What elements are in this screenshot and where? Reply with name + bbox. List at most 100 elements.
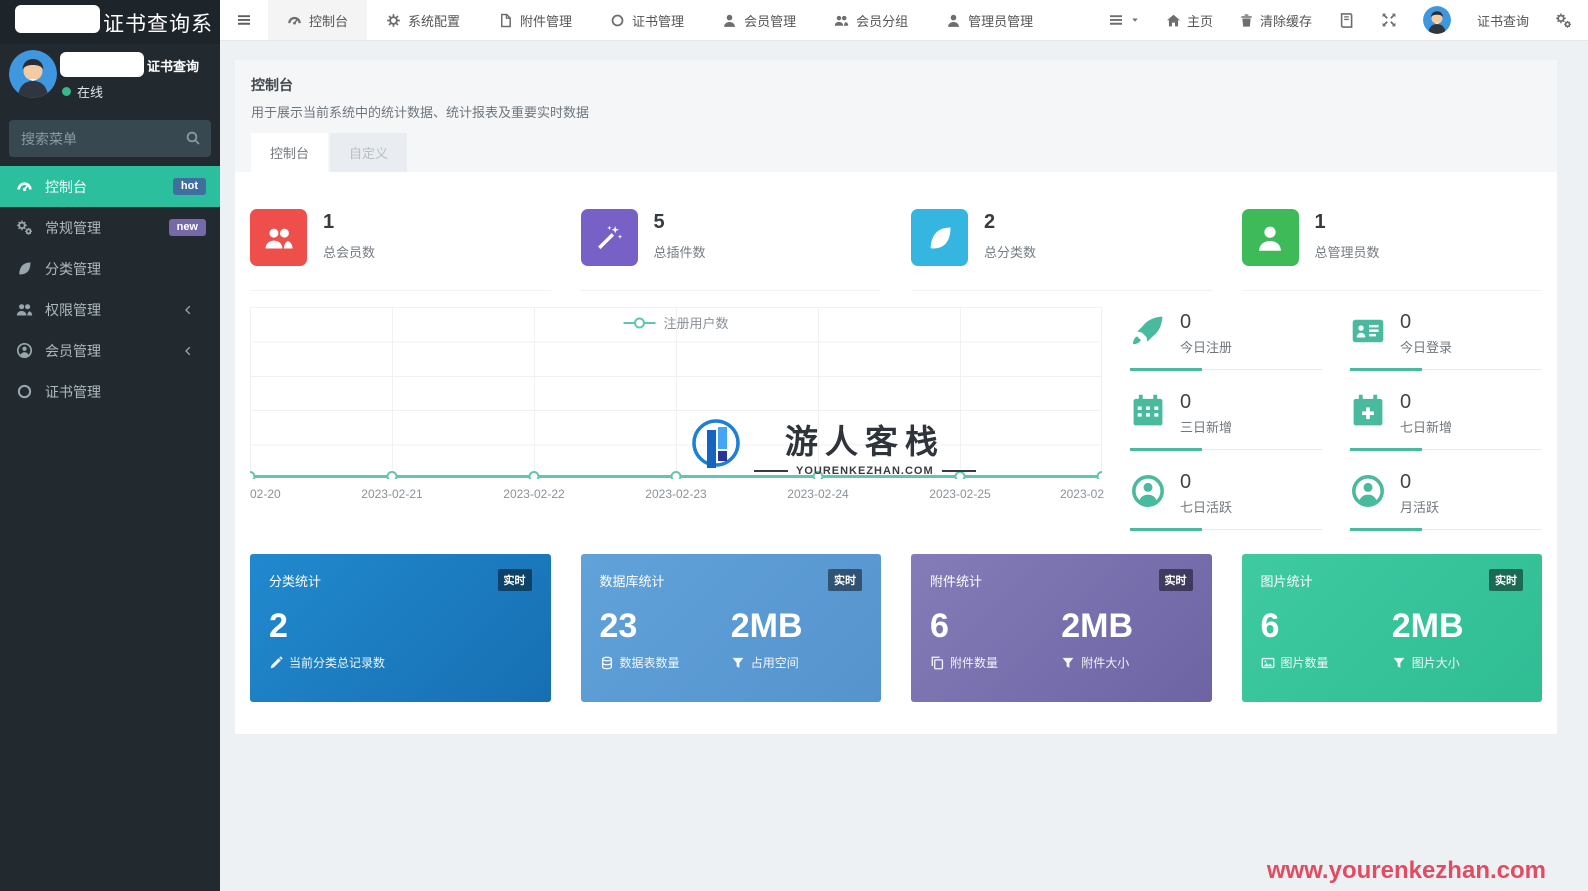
mini-stats-grid: 0 今日注册 0 今日登录 0 三日新增 0 七日新增 0 七日活跃 0 月活跃	[1130, 307, 1542, 531]
page-title: 控制台	[251, 77, 293, 93]
realtime-badge: 实时	[828, 569, 862, 591]
card-category-stats: 分类统计 实时 2 当前分类总记录数	[250, 554, 551, 702]
sidebar-item-member[interactable]: 会员管理	[0, 330, 220, 371]
mini-label: 三日新增	[1180, 420, 1233, 435]
topbar-tab-attachment[interactable]: 附件管理	[479, 0, 591, 40]
mini-stat-3day-new: 0 三日新增	[1130, 391, 1322, 451]
notebook-icon[interactable]	[1338, 12, 1355, 29]
x-tick: 02-20	[250, 487, 281, 501]
home-label: 主页	[1186, 13, 1213, 29]
topbar-tab-certificate[interactable]: 证书管理	[591, 0, 703, 40]
sidebar-item-category[interactable]: 分类管理	[0, 248, 220, 289]
sidebar-item-label: 会员管理	[45, 342, 101, 359]
topbar-tab-config[interactable]: 系统配置	[367, 0, 479, 40]
home-icon	[1166, 13, 1181, 28]
mini-value: 0	[1180, 311, 1192, 333]
registered-users-chart: 注册用户数 02-20 2023-02-21 2023-02-22 2023-0…	[250, 307, 1104, 530]
id-card-icon	[1350, 313, 1386, 349]
tab-list-dropdown[interactable]	[1108, 12, 1140, 28]
site-watermark-url: www.yourenkezhan.com	[1266, 857, 1546, 884]
mini-value: 0	[1400, 471, 1412, 493]
tab-dashboard[interactable]: 控制台	[251, 133, 329, 172]
mini-value: 0	[1400, 391, 1412, 413]
panel-body: 1 总会员数 5 总插件数 2 总分类数 1 总管理员数 注册用户数 02-20…	[235, 172, 1557, 734]
topbar-tab-label: 管理员管理	[968, 13, 1034, 29]
metric-value: 2MB	[730, 607, 803, 645]
home-button[interactable]: 主页	[1166, 11, 1213, 30]
mini-stat-7day-active: 0 七日活跃	[1130, 471, 1322, 531]
chevron-left-icon	[182, 304, 194, 316]
topbar-tab-member-group[interactable]: 会员分组	[815, 0, 927, 40]
gauge-icon	[287, 13, 302, 28]
trash-icon	[1239, 13, 1254, 28]
metric-value: 6	[1260, 607, 1280, 645]
rocket-icon	[1130, 313, 1166, 349]
metric-value: 2MB	[1391, 607, 1464, 645]
sidebar-item-general[interactable]: 常规管理 new	[0, 207, 220, 248]
card-image-stats: 图片统计 实时 6 图片数量 2MB 图片大小	[1241, 554, 1542, 702]
card-title: 分类统计	[269, 573, 322, 589]
realtime-badge: 实时	[497, 569, 532, 591]
online-dot-icon	[62, 87, 71, 96]
topbar-tab-member[interactable]: 会员管理	[703, 0, 815, 40]
metric-value: 23	[599, 607, 638, 645]
topbar-avatar[interactable]	[1423, 6, 1451, 34]
chevron-left-icon	[182, 345, 194, 357]
sidebar: 证书查询系 证书查询 在线 控制台 hot 常规管理 new 分类管理	[0, 0, 220, 891]
sidebar-toggle-button[interactable]	[220, 0, 268, 40]
stat-label: 总管理员数	[1314, 245, 1380, 260]
topbar-right: 主页 清除缓存 证书查询	[1108, 0, 1588, 40]
watermark: 游人客栈 YOURENKEZHAN.COM	[690, 415, 976, 477]
leaf-icon	[16, 260, 33, 277]
search-icon[interactable]	[185, 130, 201, 146]
panel-heading: 控制台 用于展示当前系统中的统计数据、统计报表及重要实时数据	[235, 60, 1557, 133]
line-marker-icon	[623, 317, 656, 329]
settings-gears-icon[interactable]	[1555, 12, 1572, 29]
sidebar-item-certificate[interactable]: 证书管理	[0, 371, 220, 412]
gear-icon	[386, 13, 401, 28]
sidebar-item-dashboard[interactable]: 控制台 hot	[0, 166, 220, 207]
bars-icon	[236, 12, 252, 28]
users-icon	[834, 13, 849, 28]
pencil-icon	[269, 656, 283, 670]
menu-search-input[interactable]	[9, 120, 211, 157]
chart-legend[interactable]: 注册用户数	[623, 313, 729, 332]
users-icon	[250, 209, 307, 266]
sidebar-menu: 控制台 hot 常规管理 new 分类管理 权限管理 会员管理 证书管理	[0, 166, 220, 412]
topbar-tab-admin[interactable]: 管理员管理	[927, 0, 1052, 40]
card-title: 附件统计	[930, 573, 983, 589]
realtime-badge: 实时	[1489, 569, 1523, 591]
list-icon	[1108, 12, 1124, 28]
sidebar-item-label: 权限管理	[45, 301, 101, 318]
topbar-tab-label: 证书管理	[632, 13, 685, 29]
mini-value: 0	[1400, 311, 1412, 333]
image-icon	[1261, 656, 1275, 670]
fullscreen-icon[interactable]	[1381, 12, 1397, 28]
tab-custom[interactable]: 自定义	[330, 133, 408, 172]
sidebar-item-auth[interactable]: 权限管理	[0, 289, 220, 330]
topbar-tab-dashboard[interactable]: 控制台	[268, 0, 368, 40]
watermark-domain: YOURENKEZHAN.COM	[796, 465, 934, 477]
topbar-user-label[interactable]: 证书查询	[1477, 11, 1529, 30]
metric-label: 附件大小	[1081, 656, 1130, 671]
gauge-icon	[16, 178, 33, 195]
hot-badge: hot	[172, 178, 206, 195]
user-status-label: 在线	[77, 85, 104, 100]
calendar-icon	[1130, 393, 1166, 429]
stat-total-members: 1 总会员数	[250, 209, 551, 291]
mini-label: 七日活跃	[1180, 500, 1233, 515]
watermark-logo-icon	[692, 419, 740, 468]
leaf-icon	[911, 209, 968, 266]
x-tick: 2023-02-25	[929, 487, 991, 501]
clear-cache-button[interactable]: 清除缓存	[1239, 11, 1312, 30]
tab-bar: 控制台 自定义	[235, 133, 1557, 172]
card-title: 图片统计	[1260, 573, 1313, 589]
mini-stat-today-login: 0 今日登录	[1350, 311, 1542, 371]
realtime-badge: 实时	[1158, 569, 1193, 591]
stat-label: 总会员数	[323, 245, 376, 260]
metric-label: 当前分类总记录数	[289, 656, 386, 671]
sidebar-user-panel: 证书查询 在线	[0, 44, 220, 116]
stat-value: 5	[653, 211, 665, 233]
filter-icon	[1392, 656, 1406, 670]
stat-total-categories: 2 总分类数	[911, 209, 1212, 291]
